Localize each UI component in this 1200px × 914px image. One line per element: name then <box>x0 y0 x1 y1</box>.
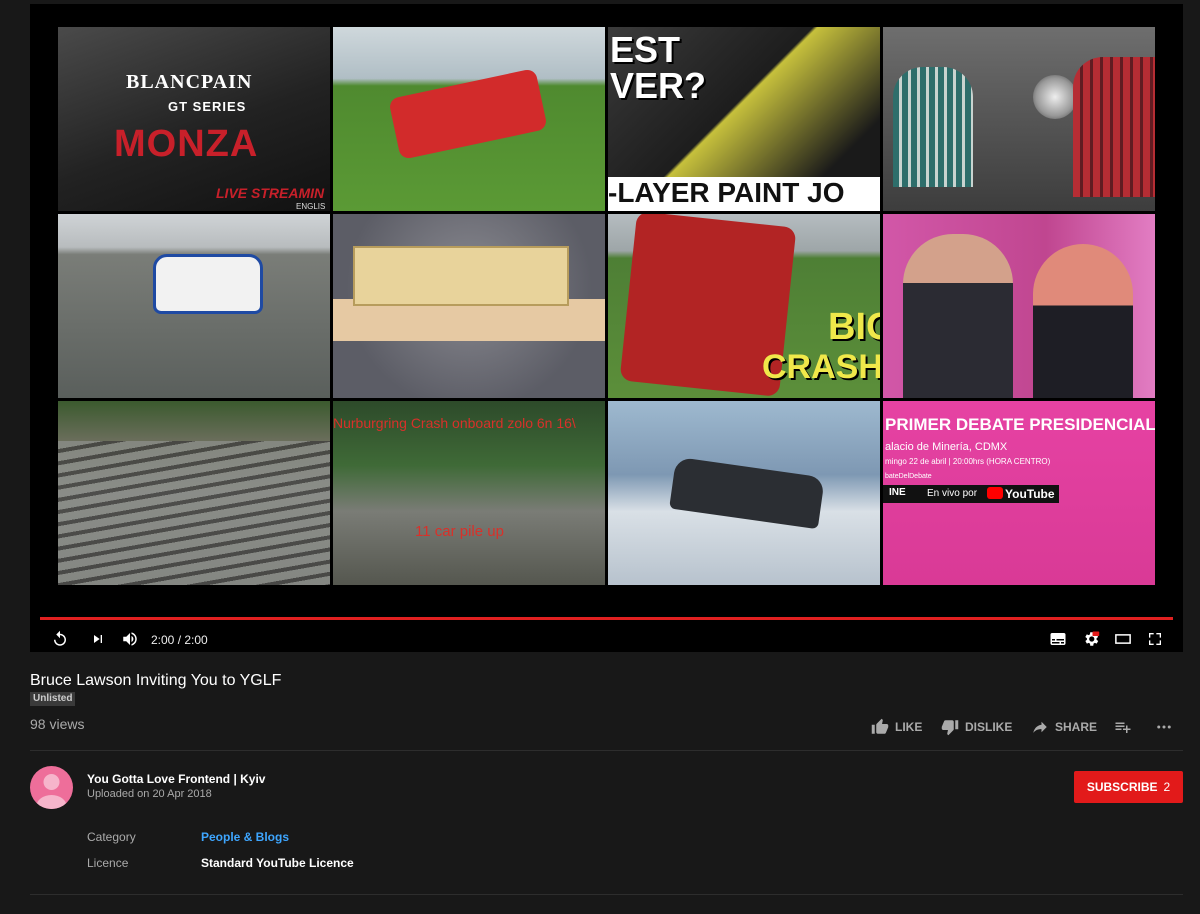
licence-value: Standard YouTube Licence <box>201 856 354 870</box>
headlamp-shape <box>1033 75 1077 119</box>
replay-button[interactable] <box>50 629 70 649</box>
subtitles-icon <box>1050 633 1066 645</box>
add-to-playlist-button[interactable] <box>1114 716 1132 738</box>
tile-live-text: LIVE STREAMIN <box>216 185 325 201</box>
person-shape <box>1073 57 1155 197</box>
progress-bar[interactable] <box>40 617 1173 620</box>
player-controls: 2:00 / 2:00 <box>30 622 1183 652</box>
volume-button[interactable] <box>119 629 141 649</box>
tile-text-6: En vivo por <box>927 488 978 499</box>
channel-avatar[interactable] <box>30 766 73 809</box>
licence-label: Licence <box>87 856 129 870</box>
category-label: Category <box>87 830 136 844</box>
rows-shape <box>58 441 330 585</box>
person-shape <box>1033 244 1133 398</box>
subscribe-label: SUBSCRIBE <box>1086 780 1158 794</box>
thumbnail-race-cars <box>58 214 330 398</box>
like-button[interactable]: LIKE <box>871 716 922 738</box>
fullscreen-icon <box>1149 633 1161 645</box>
video-frame-collage: BLANCPAIN GT SERIES MONZA LIVE STREAMIN … <box>58 27 1155 589</box>
tile-text-3: -LAYER PAINT JO <box>608 177 845 208</box>
subscriber-count: 2 <box>1163 780 1171 794</box>
thumbnail-big-crash: BIG CRASH <box>608 214 880 398</box>
vise-shape <box>353 246 569 306</box>
tile-text-2: 11 car pile up <box>415 523 504 540</box>
tile-text-2: CRASH <box>762 348 880 386</box>
thumbnail-overturned-car <box>333 27 605 211</box>
tile-text-2: VER? <box>610 65 707 106</box>
view-count: 98 views <box>30 716 85 732</box>
share-icon <box>1033 721 1047 733</box>
car-shape <box>388 68 548 160</box>
tile-big-text: MONZA <box>114 123 259 165</box>
skip-next-icon <box>94 635 102 643</box>
tile-sub-text: GT SERIES <box>168 99 247 114</box>
thumbnail-debate-speakers <box>883 214 1155 398</box>
thumbnail-monza: BLANCPAIN GT SERIES MONZA LIVE STREAMIN … <box>58 27 330 211</box>
dislike-button[interactable]: DISLIKE <box>941 716 1012 738</box>
tile-text-7: YouTube <box>1005 487 1055 501</box>
tile-logo-text: BLANCPAIN <box>126 71 253 93</box>
thumbnail-wooden-vise <box>333 214 605 398</box>
upload-date: Uploaded on 20 Apr 2018 <box>87 788 212 800</box>
video-player[interactable]: BLANCPAIN GT SERIES MONZA LIVE STREAMIN … <box>30 4 1183 652</box>
share-button[interactable]: SHARE <box>1031 716 1097 738</box>
share-label: SHARE <box>1055 720 1098 734</box>
tile-text-3: mingo 22 de abril | 20:00hrs (HORA CENTR… <box>885 457 1051 466</box>
thumbnail-paint-job: EST VER? -LAYER PAINT JO <box>608 27 880 211</box>
volume-icon <box>123 632 137 646</box>
subtitles-button[interactable] <box>1048 629 1068 649</box>
theater-icon <box>1115 634 1131 644</box>
subscribe-button[interactable]: SUBSCRIBE 2 <box>1074 771 1183 803</box>
tile-text-5: INE <box>889 487 906 498</box>
tile-text-4: bateDelDebate <box>885 473 932 480</box>
tile-text-1: BIG <box>828 306 880 348</box>
youtube-logo-icon <box>987 487 1003 499</box>
playlist-add-icon <box>1115 722 1131 733</box>
theater-mode-button[interactable] <box>1113 629 1133 649</box>
thumbnail-debate-poster: PRIMER DEBATE PRESIDENCIAL alacio de Min… <box>883 401 1155 585</box>
video-title: Bruce Lawson Inviting You to YGLF <box>30 672 282 689</box>
thumbnail-mechanics <box>883 27 1155 211</box>
tile-text-1: PRIMER DEBATE PRESIDENCIAL <box>885 415 1155 434</box>
thumbs-down-icon <box>941 720 959 736</box>
settings-button[interactable] <box>1081 629 1101 649</box>
time-display: 2:00 / 2:00 <box>151 633 208 647</box>
channel-name[interactable]: You Gotta Love Frontend | Kyiv <box>87 772 265 786</box>
tile-text-1: Nurburgring Crash onboard zolo 6n 16\ <box>333 415 576 431</box>
more-actions-button[interactable] <box>1155 716 1173 738</box>
replay-icon <box>54 630 66 646</box>
more-horizontal-icon <box>1157 725 1171 729</box>
person-shape <box>903 234 1013 398</box>
gear-icon <box>1085 631 1100 646</box>
default-avatar-icon <box>36 774 67 809</box>
car-shape <box>153 254 263 314</box>
category-link[interactable]: People & Blogs <box>201 830 289 844</box>
person-shape <box>893 67 973 187</box>
divider <box>30 750 1183 751</box>
tile-lang-text: ENGLIS <box>296 202 326 211</box>
tile-text-2: alacio de Minería, CDMX <box>885 441 1008 453</box>
thumbnail-motorcycle-rows <box>58 401 330 585</box>
thumbnail-pile-up: Nurburgring Crash onboard zolo 6n 16\ 11… <box>333 401 605 585</box>
like-label: LIKE <box>895 720 923 734</box>
thumbs-up-icon <box>871 718 889 734</box>
car-shape <box>669 456 825 530</box>
next-button[interactable] <box>88 629 108 649</box>
dislike-label: DISLIKE <box>965 720 1013 734</box>
divider <box>30 894 1183 895</box>
thumbnail-snow-suv <box>608 401 880 585</box>
unlisted-badge: Unlisted <box>30 692 76 706</box>
youtube-watch-page: BLANCPAIN GT SERIES MONZA LIVE STREAMIN … <box>0 0 1200 914</box>
fullscreen-button[interactable] <box>1145 629 1165 649</box>
